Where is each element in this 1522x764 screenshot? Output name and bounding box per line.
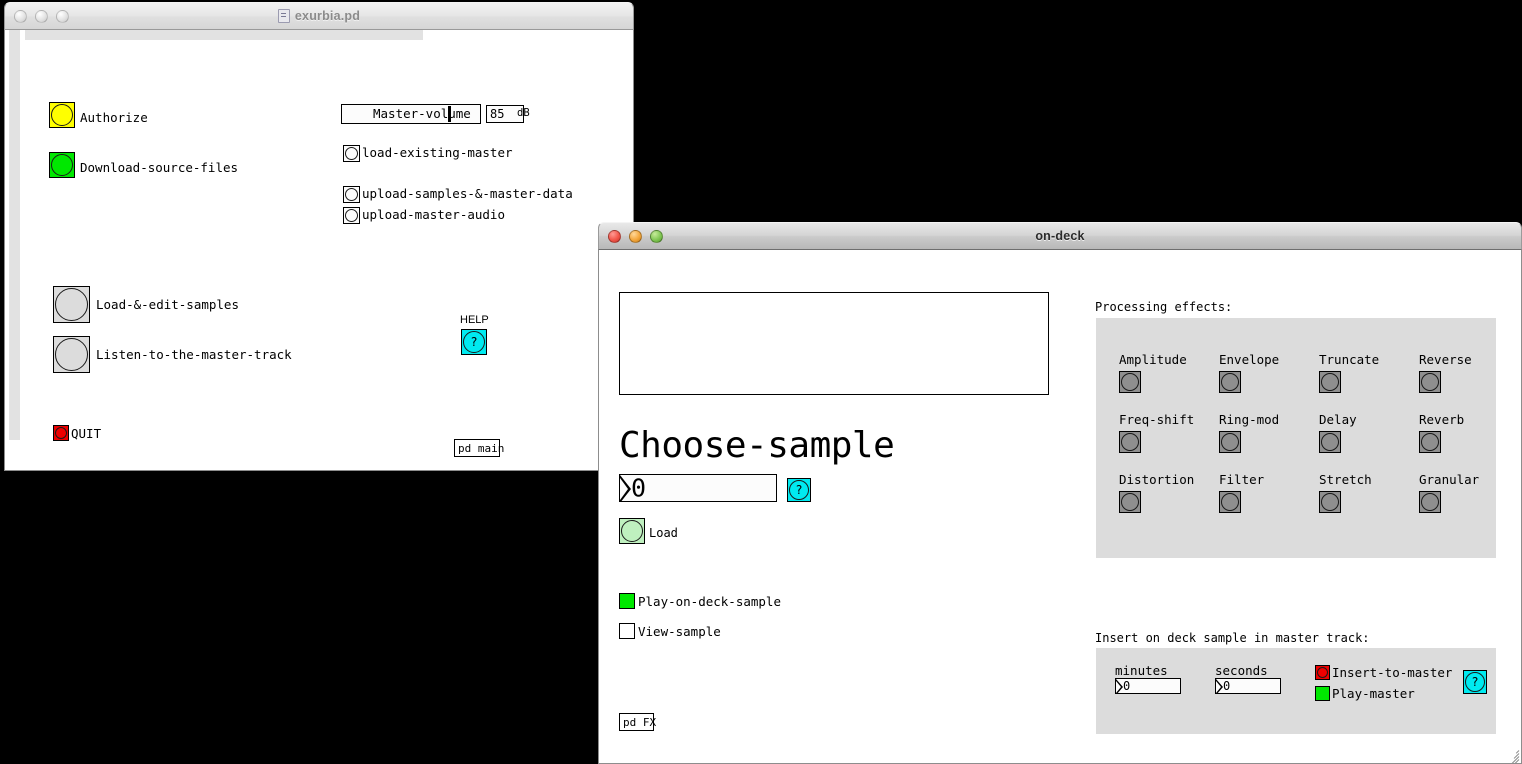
label-db-unit: dB: [517, 107, 530, 119]
bang-authorize[interactable]: [49, 102, 75, 128]
symbolbox-sample-index[interactable]: 0: [619, 474, 777, 502]
effect-label: Reverse: [1419, 352, 1472, 367]
effect-bang[interactable]: [1119, 431, 1141, 453]
label-processing-effects: Processing effects:: [1095, 300, 1233, 314]
effect-bang[interactable]: [1319, 491, 1341, 513]
question-mark-icon: ?: [795, 483, 803, 497]
minutes-value: 0: [1123, 679, 1131, 693]
minimize-button[interactable]: [35, 9, 48, 23]
effect-bang[interactable]: [1419, 431, 1441, 453]
toggle-view-sample[interactable]: [619, 623, 635, 639]
effect-bang[interactable]: [1419, 491, 1441, 513]
bang-upload-samples-master-data[interactable]: [343, 186, 360, 203]
object-pd-main[interactable]: pd main: [454, 439, 504, 457]
effect-bang[interactable]: [1119, 371, 1141, 393]
titlebar-on-deck[interactable]: on-deck: [598, 222, 1522, 250]
bang-load-sample[interactable]: [619, 518, 645, 544]
label-upload-master-audio: upload-master-audio: [362, 207, 505, 222]
label-help: HELP: [460, 314, 489, 326]
zoom-button[interactable]: [650, 229, 663, 243]
effect-bang[interactable]: [1219, 491, 1241, 513]
document-icon: [277, 9, 290, 23]
window-title-on-deck: on-deck: [599, 229, 1521, 243]
effect-bang[interactable]: [1319, 431, 1341, 453]
toggle-play-master[interactable]: [1315, 686, 1330, 701]
effect-bang[interactable]: [1319, 371, 1341, 393]
label-load-edit-samples: Load-&-edit-samples: [96, 297, 239, 312]
titlebar-exurbia[interactable]: exurbia.pd: [4, 2, 634, 30]
label-insert-to-master: Insert-to-master: [1332, 665, 1453, 680]
window-exurbia[interactable]: exurbia.pd Authorize Download-source-fil…: [4, 2, 634, 471]
label-play-on-deck-sample: Play-on-deck-sample: [638, 594, 781, 609]
horizontal-scroll-strip[interactable]: [25, 30, 423, 40]
resize-grip[interactable]: [1505, 747, 1520, 763]
object-pd-fx[interactable]: pd FX: [619, 713, 656, 731]
label-listen-to-master-track: Listen-to-the-master-track: [96, 347, 292, 362]
bang-download-source-files[interactable]: [49, 152, 75, 178]
label-load-existing-master: load-existing-master: [362, 145, 513, 160]
sample-waveform-graph[interactable]: [619, 292, 1049, 395]
effect-bang[interactable]: [1219, 431, 1241, 453]
bang-load-existing-master[interactable]: [343, 145, 360, 162]
label-upload-samples-master-data: upload-samples-&-master-data: [362, 186, 573, 201]
numberbox-seconds[interactable]: 0: [1215, 678, 1281, 694]
numberbox-value: 85: [490, 107, 505, 121]
label-insert-on-deck: Insert on deck sample in master track:: [1095, 631, 1370, 645]
label-quit: QUIT: [71, 426, 102, 441]
window-on-deck[interactable]: on-deck Choose-sample 0 ? Load Play-on-d…: [598, 222, 1522, 764]
insert-help-bang-icon[interactable]: ?: [1463, 670, 1487, 694]
effect-label: Envelope: [1219, 352, 1280, 367]
help-bang-icon[interactable]: ?: [461, 329, 487, 355]
close-button[interactable]: [608, 229, 621, 243]
label-load: Load: [649, 526, 678, 540]
label-master-volume: Master-volume: [373, 106, 471, 121]
window-title-exurbia: exurbia.pd: [5, 9, 633, 23]
effect-bang[interactable]: [1119, 491, 1141, 513]
minimize-button[interactable]: [629, 229, 642, 243]
effect-label: Reverb: [1419, 412, 1465, 427]
sample-index-value: 0: [631, 474, 647, 502]
effect-label: Delay: [1319, 412, 1357, 427]
window-title-text: on-deck: [1035, 229, 1085, 243]
window-controls-exurbia[interactable]: [14, 3, 69, 29]
question-mark-icon: ?: [470, 335, 478, 349]
bang-load-edit-samples[interactable]: [53, 286, 90, 323]
effect-label: Ring-mod: [1219, 412, 1280, 427]
window-title-text: exurbia.pd: [294, 9, 361, 23]
bang-listen-to-master-track[interactable]: [53, 336, 90, 373]
effect-label: Truncate: [1319, 352, 1380, 367]
effect-bang[interactable]: [1219, 371, 1241, 393]
heading-choose-sample: Choose-sample: [619, 425, 895, 466]
effect-label: Stretch: [1319, 472, 1372, 487]
label-view-sample: View-sample: [638, 624, 721, 639]
effect-label: Filter: [1219, 472, 1265, 487]
effect-label: Amplitude: [1119, 352, 1187, 367]
toggle-play-on-deck-sample[interactable]: [619, 593, 635, 609]
window-controls-on-deck[interactable]: [608, 223, 663, 249]
label-minutes: minutes: [1115, 663, 1168, 678]
zoom-button[interactable]: [56, 9, 69, 23]
canvas-exurbia[interactable]: Authorize Download-source-files Master-v…: [4, 30, 634, 471]
label-seconds: seconds: [1215, 663, 1268, 678]
label-authorize: Authorize: [80, 110, 148, 125]
effect-label: Freq-shift: [1119, 412, 1195, 427]
bang-upload-master-audio[interactable]: [343, 207, 360, 224]
numberbox-minutes[interactable]: 0: [1115, 678, 1181, 694]
question-mark-icon: ?: [1471, 675, 1479, 689]
seconds-value: 0: [1223, 679, 1231, 693]
vertical-scroll-strip[interactable]: [9, 30, 20, 440]
canvas-on-deck[interactable]: Choose-sample 0 ? Load Play-on-deck-samp…: [598, 250, 1522, 764]
effect-label: Distortion: [1119, 472, 1195, 487]
label-download-source-files: Download-source-files: [80, 160, 239, 175]
sample-help-bang-icon[interactable]: ?: [787, 478, 811, 502]
bang-quit[interactable]: [53, 425, 69, 441]
effect-label: Granular: [1419, 472, 1480, 487]
bang-insert-to-master[interactable]: [1315, 665, 1330, 680]
effect-bang[interactable]: [1419, 371, 1441, 393]
label-play-master: Play-master: [1332, 686, 1415, 701]
close-button[interactable]: [14, 9, 27, 23]
